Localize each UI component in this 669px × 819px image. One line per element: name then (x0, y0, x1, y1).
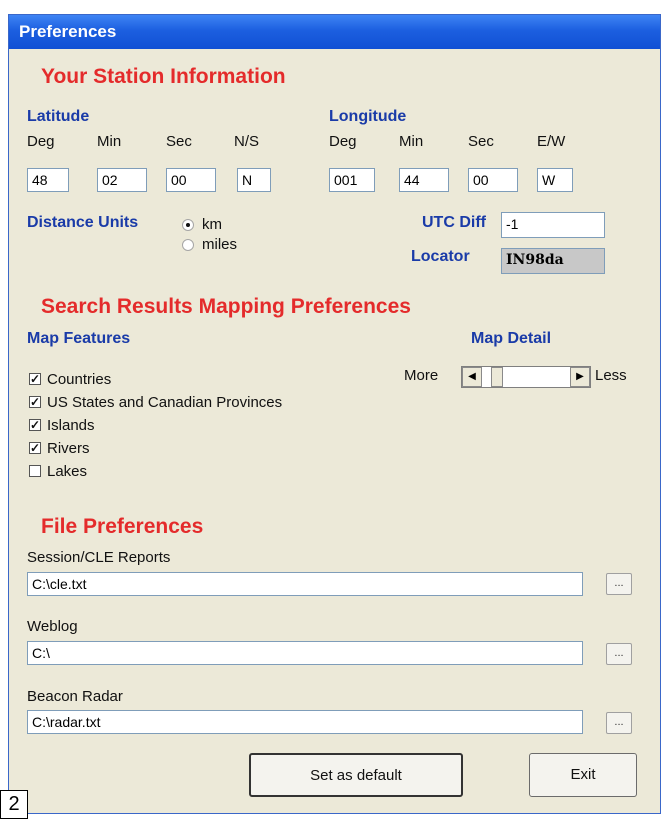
lon-ew-field[interactable]: W (537, 168, 573, 192)
window-title[interactable]: Preferences (9, 15, 660, 49)
beacon-path-field[interactable]: C:\radar.txt (27, 710, 583, 734)
lon-sec-field[interactable]: 00 (468, 168, 518, 192)
lat-deg-field[interactable]: 48 (27, 168, 69, 192)
map-features-label: Map Features (27, 330, 131, 347)
file-preferences-heading: File Preferences (41, 515, 204, 538)
km-radio[interactable] (182, 219, 194, 231)
feature-checkbox[interactable] (29, 465, 41, 477)
session-label: Session/CLE Reports (27, 549, 171, 566)
preferences-window: Preferences Your Station Information Lat… (8, 14, 661, 814)
figure-number: 2 (0, 790, 28, 819)
miles-label: miles (202, 236, 238, 253)
beacon-label: Beacon Radar (27, 688, 123, 705)
latitude-label: Latitude (27, 108, 90, 125)
scroll-left-arrow-icon[interactable]: ◀ (462, 367, 482, 387)
lat-sec-label: Sec (166, 133, 192, 150)
lon-min-field[interactable]: 44 (399, 168, 449, 192)
exit-button[interactable]: Exit (529, 753, 637, 797)
lat-ns-field[interactable]: N (237, 168, 271, 192)
weblog-browse-button[interactable]: ... (606, 643, 632, 665)
mapping-heading: Search Results Mapping Preferences (41, 295, 411, 318)
lat-deg-label: Deg (27, 133, 55, 150)
session-path-field[interactable]: C:\cle.txt (27, 572, 583, 596)
lat-min-label: Min (97, 133, 122, 150)
feature-checkbox[interactable]: ✓ (29, 419, 41, 431)
feature-label: Rivers (47, 440, 90, 457)
lat-ns-label: N/S (234, 133, 260, 150)
miles-radio[interactable] (182, 239, 194, 251)
distance-units-label: Distance Units (27, 214, 139, 231)
weblog-path-field[interactable]: C:\ (27, 641, 583, 665)
feature-checkbox[interactable]: ✓ (29, 396, 41, 408)
feature-checkbox[interactable]: ✓ (29, 373, 41, 385)
station-heading: Your Station Information (41, 65, 286, 88)
lon-ew-label: E/W (537, 133, 566, 150)
map-detail-slider[interactable]: ◀ ▶ (461, 366, 591, 388)
feature-label: Countries (47, 371, 112, 388)
session-browse-button[interactable]: ... (606, 573, 632, 595)
feature-label: US States and Canadian Provinces (47, 394, 283, 411)
scroll-right-arrow-icon[interactable]: ▶ (570, 367, 590, 387)
longitude-label: Longitude (329, 108, 407, 125)
lon-deg-label: Deg (329, 133, 357, 150)
set-as-default-button[interactable]: Set as default (249, 753, 463, 797)
map-detail-label: Map Detail (471, 330, 552, 347)
lat-sec-field[interactable]: 00 (166, 168, 216, 192)
beacon-browse-button[interactable]: ... (606, 712, 632, 734)
feature-label: Islands (47, 417, 95, 434)
weblog-label: Weblog (27, 618, 78, 635)
lon-sec-label: Sec (468, 133, 494, 150)
feature-label: Lakes (47, 463, 88, 480)
utc-diff-field[interactable]: -1 (501, 212, 605, 238)
more-label: More (404, 367, 439, 384)
lon-deg-field[interactable]: 001 (329, 168, 375, 192)
lon-min-label: Min (399, 133, 424, 150)
locator-label: Locator (411, 248, 470, 265)
locator-field: IN98da (501, 248, 605, 274)
slider-thumb[interactable] (490, 367, 503, 387)
less-label: Less (595, 367, 627, 384)
lat-min-field[interactable]: 02 (97, 168, 147, 192)
km-label: km (202, 216, 222, 233)
feature-checkbox[interactable]: ✓ (29, 442, 41, 454)
utc-diff-label: UTC Diff (422, 214, 486, 231)
